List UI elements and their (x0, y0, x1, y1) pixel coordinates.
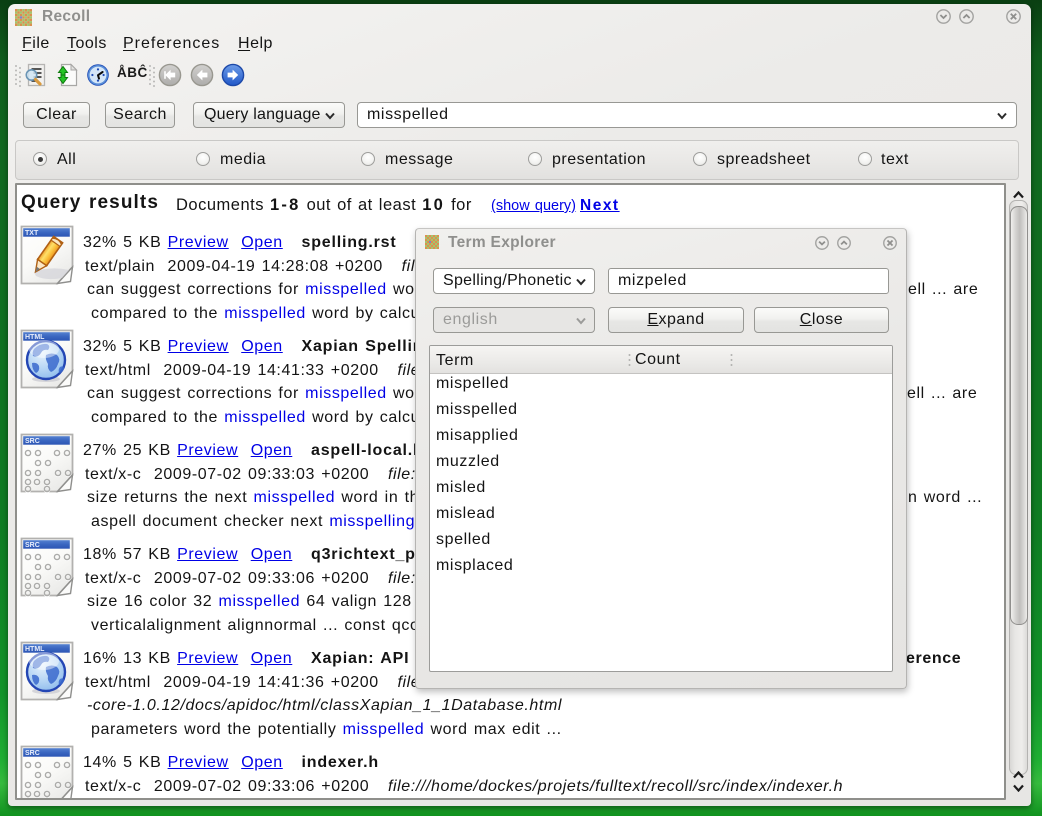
svg-text:SRC: SRC (25, 438, 40, 445)
svg-text:TXT: TXT (25, 230, 39, 237)
svg-text:HTML: HTML (25, 334, 45, 341)
svg-text:SRC: SRC (25, 750, 40, 757)
svg-text:SRC: SRC (25, 542, 40, 549)
svg-text:HTML: HTML (25, 646, 45, 653)
